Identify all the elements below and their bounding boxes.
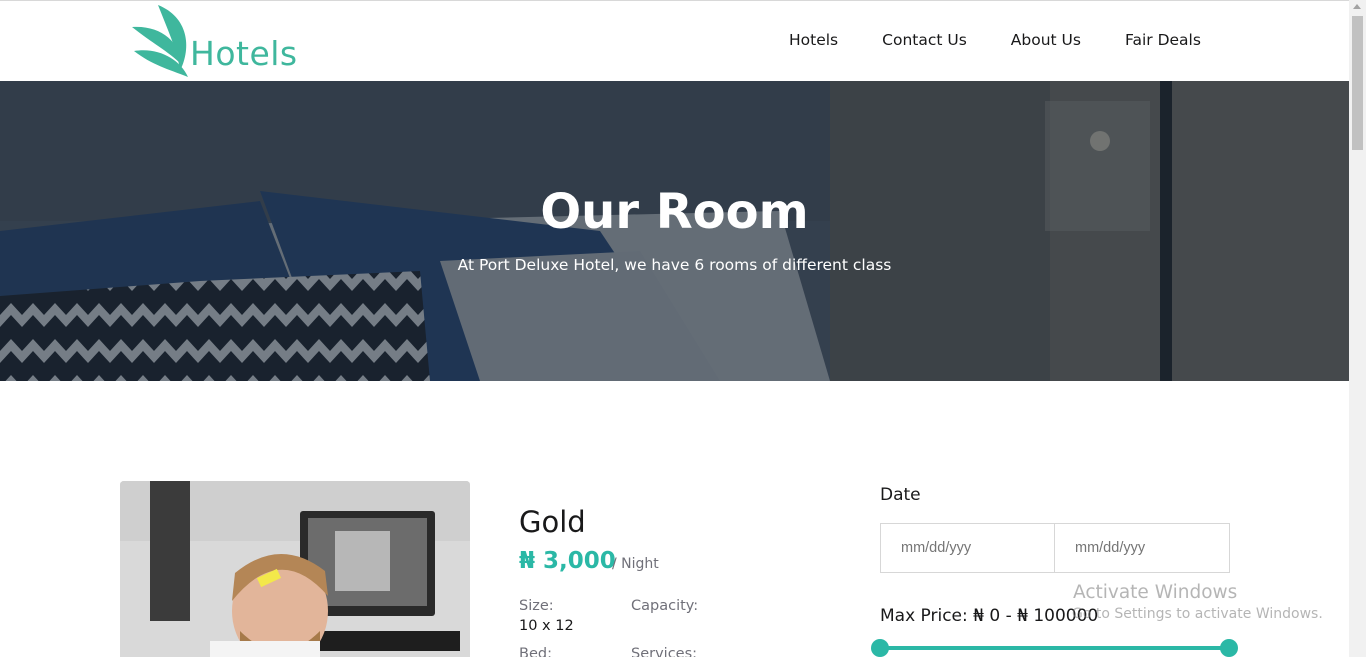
page-scrollbar[interactable] (1349, 0, 1366, 657)
logo[interactable]: Hotels (120, 1, 298, 82)
nav-contact-us[interactable]: Contact Us (882, 31, 967, 49)
max-price-label: Max Price: ₦ 0 - ₦ 100000 (880, 606, 1099, 626)
scroll-thumb[interactable] (1352, 16, 1363, 150)
room-photo (120, 481, 470, 657)
leaf-logo-icon (132, 5, 188, 77)
bed-label: Bed: (519, 646, 552, 657)
hero-banner: Our Room At Port Deluxe Hotel, we have 6… (0, 81, 1349, 381)
activate-windows-title: Activate Windows (1073, 582, 1238, 603)
site-header: Hotels Hotels Contact Us About Us Fair D… (0, 1, 1349, 82)
check-out-date-input[interactable] (1054, 523, 1230, 573)
room-name: Gold (519, 505, 586, 539)
scroll-up-arrow-icon[interactable] (1353, 4, 1361, 9)
room-price: ₦ 3,000 (519, 548, 616, 574)
nav-hotels[interactable]: Hotels (789, 31, 838, 49)
price-range-min-handle[interactable] (871, 639, 889, 657)
check-in-date-input[interactable] (880, 523, 1055, 573)
hero-title: Our Room (540, 184, 809, 240)
activate-windows-subtitle: Go to Settings to activate Windows. (1072, 606, 1323, 622)
capacity-label: Capacity: (631, 598, 699, 614)
size-value: 10 x 12 (519, 618, 574, 634)
main-nav: Hotels Contact Us About Us Fair Deals (789, 31, 1201, 49)
services-label: Services: (631, 646, 698, 657)
nav-fair-deals[interactable]: Fair Deals (1125, 31, 1201, 49)
price-range-track[interactable] (880, 646, 1229, 650)
date-label: Date (880, 485, 921, 505)
price-range-max-handle[interactable] (1220, 639, 1238, 657)
logo-text: Hotels (190, 34, 298, 73)
hero-subtitle: At Port Deluxe Hotel, we have 6 rooms of… (457, 256, 892, 274)
room-image[interactable] (120, 481, 470, 657)
nav-about-us[interactable]: About Us (1011, 31, 1081, 49)
size-label: Size: (519, 598, 554, 614)
room-price-unit: / Night (612, 556, 659, 572)
